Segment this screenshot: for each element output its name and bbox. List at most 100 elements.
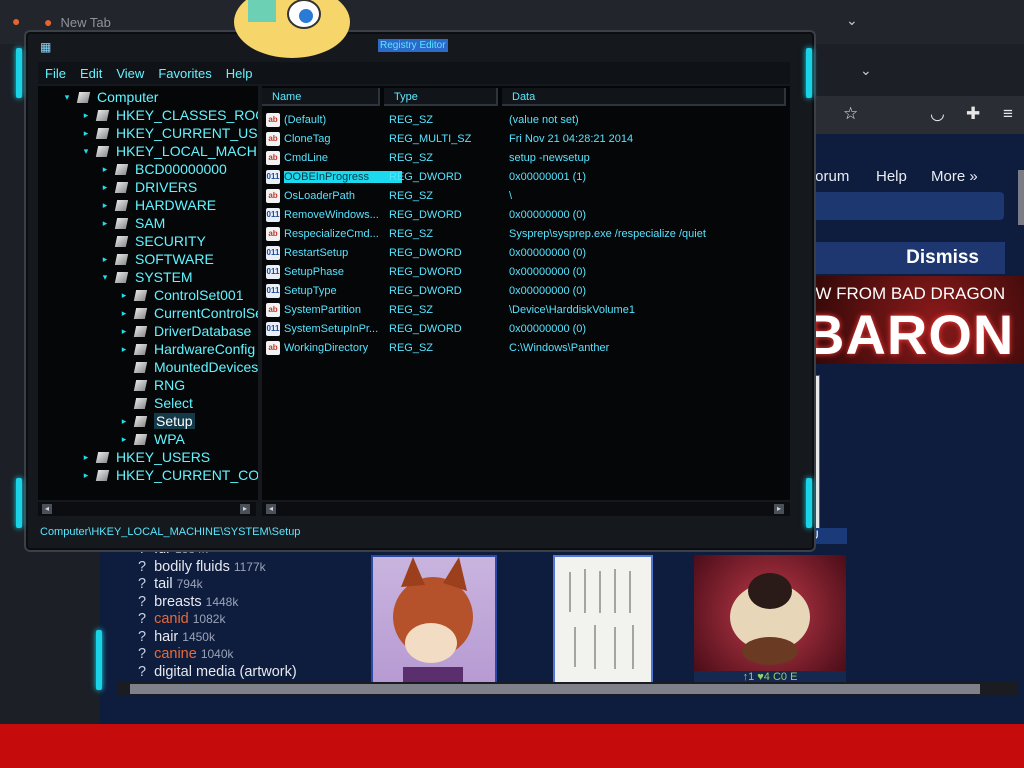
expand-icon[interactable]: ▸	[81, 452, 91, 463]
value-row[interactable]: ab SystemPartition REG_SZ \Device\HarddiskV…	[266, 300, 786, 319]
tree-node[interactable]: RNG	[119, 376, 185, 394]
value-row[interactable]: ab CloneTag REG_MULTI_SZ Fri Nov 21 04:28:2…	[266, 129, 786, 148]
menu-view[interactable]: View	[116, 66, 144, 81]
tree-horizontal-scrollbar[interactable]: ◂ ▸	[38, 502, 256, 516]
tree-node[interactable]: ▾ Computer	[62, 88, 159, 106]
value-row[interactable]: ab OsLoaderPath REG_SZ \	[266, 186, 786, 205]
expand-icon[interactable]: ▸	[119, 326, 129, 337]
tag-link[interactable]: digital media (artwork)	[154, 664, 297, 680]
tag-wiki-link[interactable]: ?	[138, 646, 146, 662]
post-thumbnail[interactable]	[371, 555, 497, 687]
value-row[interactable]: 011 SetupPhase REG_DWORD 0x00000000 (0)	[266, 262, 786, 281]
tree-node[interactable]: ▸ HardwareConfig	[119, 340, 255, 358]
nav-help-link[interactable]: Help	[876, 168, 907, 185]
expand-icon[interactable]: ▸	[119, 344, 129, 355]
value-row[interactable]: 011 RestartSetup REG_DWORD 0x00000000 (0)	[266, 243, 786, 262]
value-row[interactable]: 011 RemoveWindows... REG_DWORD 0x00000000 (…	[266, 205, 786, 224]
collapse-icon[interactable]: ▾	[81, 146, 91, 157]
post-thumbnail[interactable]	[694, 555, 846, 671]
expand-icon[interactable]: ▸	[119, 416, 129, 427]
tree-node[interactable]: ▸ SAM	[100, 214, 166, 232]
pocket-icon[interactable]: ◡	[930, 104, 945, 124]
tree-node[interactable]: ▸ CurrentControlSet	[119, 304, 258, 322]
post-thumbnail[interactable]	[553, 555, 653, 687]
expand-icon[interactable]: ▸	[100, 164, 110, 175]
tree-node[interactable]: Select	[119, 394, 193, 412]
tree-node[interactable]: ▸ BCD00000000	[100, 160, 227, 178]
tag-link[interactable]: bodily fluids	[154, 559, 230, 575]
chevron-down-icon[interactable]: ⌄	[860, 62, 872, 79]
expand-icon[interactable]: ▸	[81, 470, 91, 481]
scroll-left-icon[interactable]: ◂	[42, 504, 52, 514]
menu-file[interactable]: File	[45, 66, 66, 81]
tree-node[interactable]: ▸ SOFTWARE	[100, 250, 214, 268]
tree-node[interactable]: ▸ ControlSet001	[119, 286, 244, 304]
tag-wiki-link[interactable]: ?	[138, 664, 146, 680]
expand-icon[interactable]: ▸	[100, 254, 110, 265]
nav-more-link[interactable]: More »	[931, 168, 978, 185]
value-row[interactable]: 011 SystemSetupInPr... REG_DWORD 0x00000000…	[266, 319, 786, 338]
tree-node[interactable]: ▸ Setup	[119, 412, 195, 430]
expand-icon[interactable]: ▸	[119, 434, 129, 445]
scroll-right-icon[interactable]: ▸	[240, 504, 250, 514]
tree-node[interactable]: ▾ SYSTEM	[100, 268, 193, 286]
tree-node[interactable]: ▸ DriverDatabase	[119, 322, 252, 340]
menu-edit[interactable]: Edit	[80, 66, 102, 81]
expand-icon[interactable]: ▸	[119, 308, 129, 319]
collapse-icon[interactable]: ▾	[62, 92, 72, 103]
tree-node[interactable]: ▸ HKEY_USERS	[81, 448, 210, 466]
expand-icon[interactable]: ▸	[81, 128, 91, 139]
tag-link[interactable]: tail	[154, 576, 173, 592]
scroll-right-icon[interactable]: ▸	[774, 504, 784, 514]
tag-link[interactable]: canid	[154, 611, 189, 627]
scroll-left-icon[interactable]: ◂	[266, 504, 276, 514]
menu-favorites[interactable]: Favorites	[158, 66, 211, 81]
expand-icon[interactable]: ▸	[100, 182, 110, 193]
expand-icon[interactable]: ▸	[119, 290, 129, 301]
tag-wiki-link[interactable]: ?	[138, 559, 146, 575]
tree-node[interactable]: ▾ HKEY_LOCAL_MACHINE	[81, 142, 258, 160]
tree-node[interactable]: SECURITY	[100, 232, 206, 250]
star-icon[interactable]: ☆	[843, 104, 858, 124]
tag-link[interactable]: hair	[154, 629, 178, 645]
tab-list-chevron-icon[interactable]: ⌄	[846, 12, 858, 29]
expand-icon[interactable]: ▸	[100, 200, 110, 211]
value-row[interactable]: ab (Default) REG_SZ (value not set)	[266, 110, 786, 129]
tree-node[interactable]: ▸ DRIVERS	[100, 178, 198, 196]
tree-node[interactable]: ▸ HARDWARE	[100, 196, 216, 214]
tag-wiki-link[interactable]: ?	[138, 594, 146, 610]
column-data[interactable]: Data	[502, 88, 786, 106]
page-horizontal-scrollbar[interactable]	[118, 682, 1018, 696]
dismiss-button[interactable]: Dismiss	[900, 246, 985, 270]
menu-icon[interactable]: ≡	[1003, 104, 1013, 124]
tag-wiki-link[interactable]: ?	[138, 576, 146, 592]
ad-banner[interactable]: EW FROM BAD DRAGON BARON	[800, 276, 1024, 364]
tag-wiki-link[interactable]: ?	[138, 629, 146, 645]
expand-icon[interactable]: ▸	[100, 218, 110, 229]
tag-link[interactable]: canine	[154, 646, 197, 662]
column-type[interactable]: Type	[384, 88, 498, 106]
value-row[interactable]: ab WorkingDirectory REG_SZ C:\Windows\Panth…	[266, 338, 786, 357]
tree-node[interactable]: ▸ HKEY_CLASSES_ROOT	[81, 106, 258, 124]
scrollbar-thumb[interactable]	[130, 684, 980, 694]
value-row[interactable]: 011 SetupType REG_DWORD 0x00000000 (0)	[266, 281, 786, 300]
value-row[interactable]: ab RespecializeCmd... REG_SZ Sysprep\syspre…	[266, 224, 786, 243]
expand-icon[interactable]: ▸	[81, 110, 91, 121]
value-row[interactable]: ab CmdLine REG_SZ setup -newsetup	[266, 148, 786, 167]
tree-node[interactable]: ▸ WPA	[119, 430, 185, 448]
collapse-icon[interactable]: ▾	[100, 272, 110, 283]
tree-node-label: CurrentControlSet	[154, 305, 258, 321]
column-name[interactable]: Name	[262, 88, 380, 106]
site-search-bar[interactable]	[800, 192, 1004, 220]
tag-link[interactable]: breasts	[154, 594, 202, 610]
menu-help[interactable]: Help	[226, 66, 253, 81]
tag-wiki-link[interactable]: ?	[138, 611, 146, 627]
page-vertical-scrollbar[interactable]	[1018, 170, 1024, 225]
tree-node[interactable]: ▸ HKEY_CURRENT_CONFI	[81, 466, 258, 484]
tree-node[interactable]: MountedDevices	[119, 358, 258, 376]
registry-value-list: Name Type Data ab (Default) REG_SZ (value n…	[262, 86, 790, 500]
extensions-icon[interactable]: ✚	[966, 104, 980, 124]
list-horizontal-scrollbar[interactable]: ◂ ▸	[262, 502, 790, 516]
tree-node[interactable]: ▸ HKEY_CURRENT_USER	[81, 124, 258, 142]
value-row[interactable]: 011 OOBEInProgress REG_DWORD 0x00000001 (1)	[266, 167, 786, 186]
